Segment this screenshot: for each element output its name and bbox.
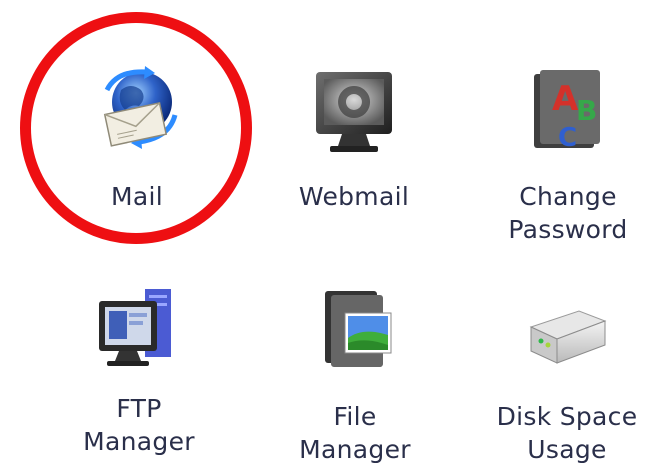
webmail-label-line1: Webmail bbox=[298, 182, 410, 211]
globe-envelope-icon bbox=[87, 60, 187, 160]
ftp-manager-label-line1: FTP bbox=[116, 394, 162, 423]
svg-text:C: C bbox=[558, 123, 577, 153]
svg-text:A: A bbox=[552, 79, 579, 119]
file-manager-label-line1: File bbox=[333, 402, 377, 431]
picture-folder-icon bbox=[305, 283, 405, 383]
file-manager-tile[interactable]: File Manager bbox=[260, 265, 450, 463]
abc-folder-icon: A B C bbox=[518, 60, 618, 160]
change-password-label: Change Password bbox=[473, 180, 653, 246]
disk-space-usage-tile[interactable]: Disk Space Usage bbox=[472, 265, 653, 463]
disk-space-usage-label: Disk Space Usage bbox=[472, 400, 653, 463]
svg-text:B: B bbox=[576, 94, 597, 127]
webmail-label: Webmail bbox=[259, 180, 449, 213]
file-manager-label: File Manager bbox=[260, 400, 450, 463]
change-password-label-line2: Password bbox=[508, 215, 628, 244]
change-password-tile[interactable]: A B C Change Password bbox=[473, 40, 653, 244]
cpanel-icon-grid: Mail Webmail A B C Change Password FTP M… bbox=[0, 0, 653, 463]
webmail-tile[interactable]: Webmail bbox=[259, 40, 449, 240]
disk-space-usage-label-line2: Usage bbox=[527, 435, 607, 463]
file-manager-label-line2: Manager bbox=[299, 435, 411, 463]
ftp-manager-tile[interactable]: FTP Manager bbox=[44, 265, 234, 463]
mail-label: Mail bbox=[42, 180, 232, 213]
mail-tile[interactable]: Mail bbox=[42, 40, 232, 240]
hard-drive-icon bbox=[517, 287, 617, 387]
disk-space-usage-label-line1: Disk Space bbox=[496, 402, 638, 431]
monitor-icon bbox=[304, 60, 404, 160]
ftp-manager-label: FTP Manager bbox=[44, 392, 234, 458]
change-password-label-line1: Change bbox=[519, 182, 617, 211]
mail-label-line1: Mail bbox=[111, 182, 163, 211]
computer-icon bbox=[89, 283, 189, 383]
ftp-manager-label-line2: Manager bbox=[83, 427, 195, 456]
